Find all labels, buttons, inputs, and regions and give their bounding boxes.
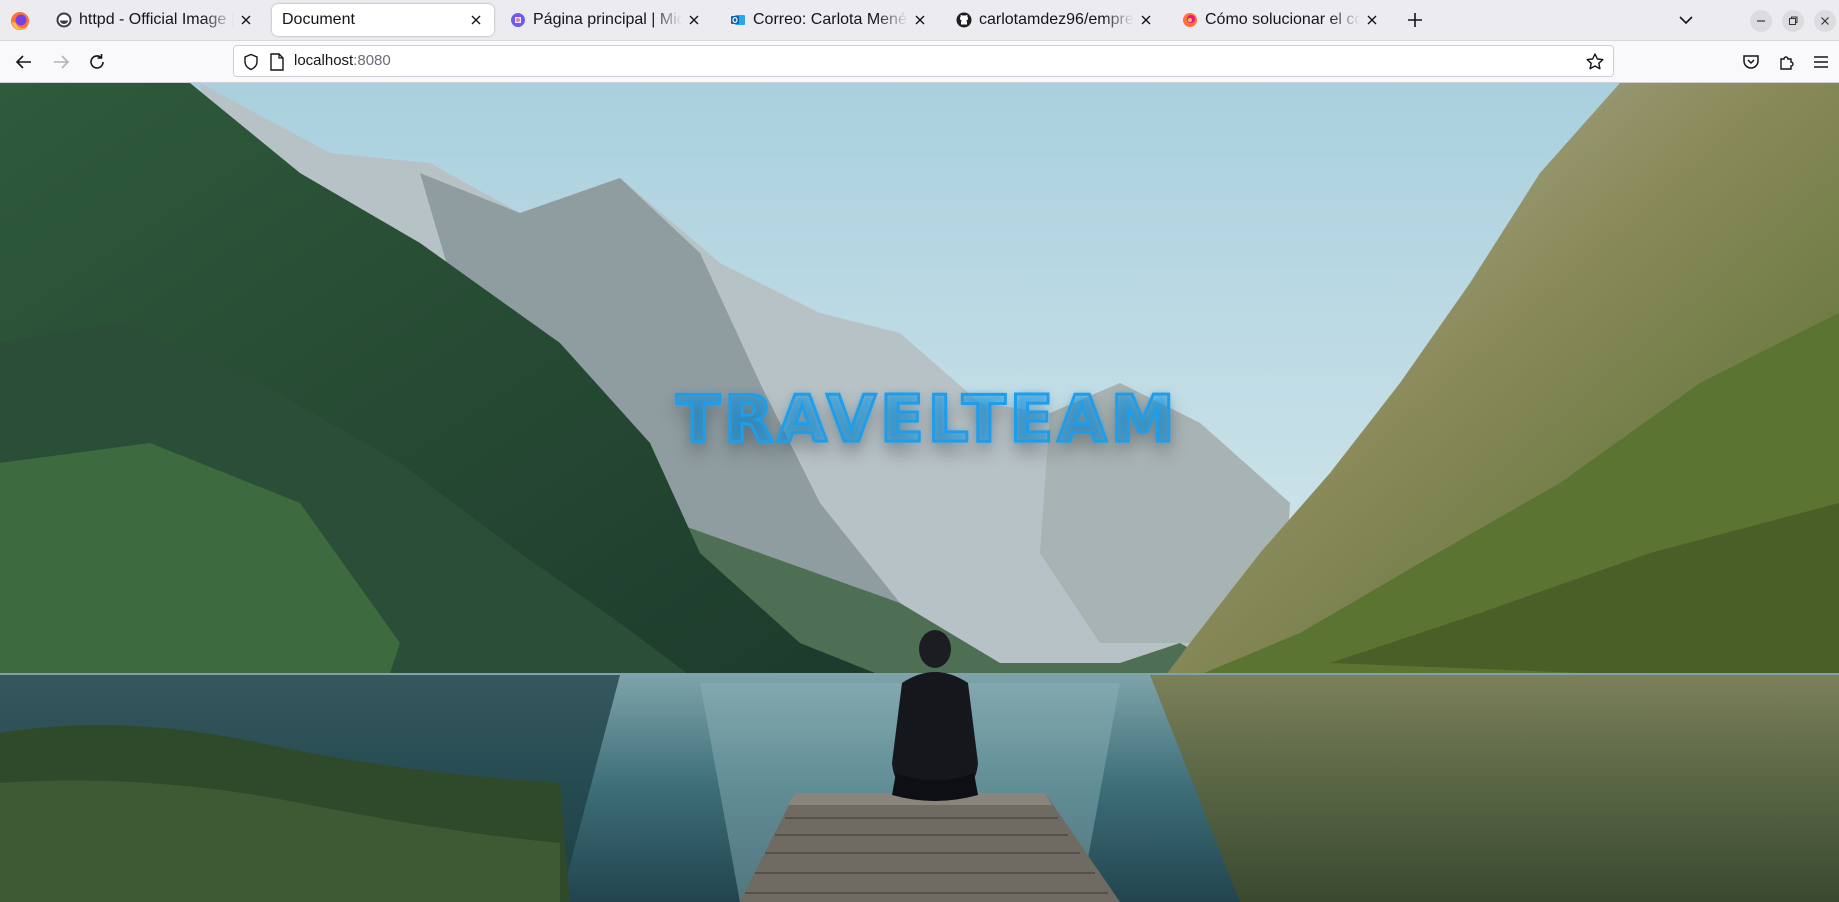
tab-title: carlotamdez96/empresa bbox=[979, 11, 1134, 28]
navigation-toolbar: localhost:8080 bbox=[0, 41, 1839, 83]
tab-title: httpd - Official Image | Do bbox=[79, 11, 234, 28]
tab-title: Document bbox=[282, 11, 355, 28]
close-tab-icon[interactable] bbox=[1364, 12, 1380, 28]
chevron-down-icon[interactable] bbox=[1676, 10, 1696, 30]
close-icon bbox=[1821, 17, 1829, 25]
pocket-icon[interactable] bbox=[1740, 51, 1762, 73]
url-text[interactable]: localhost:8080 bbox=[294, 52, 391, 70]
forward-icon[interactable] bbox=[50, 51, 72, 73]
close-tab-icon[interactable] bbox=[468, 12, 484, 28]
reload-icon[interactable] bbox=[86, 51, 108, 73]
github-icon bbox=[956, 12, 972, 28]
restore-icon bbox=[1789, 16, 1798, 25]
tab-github[interactable]: carlotamdez96/empresa bbox=[946, 4, 1164, 36]
tab-strip: httpd - Official Image | Do Document Pág… bbox=[0, 0, 1839, 41]
tab-firefox-support[interactable]: Cómo solucionar el códig bbox=[1172, 4, 1390, 36]
tab-httpd[interactable]: httpd - Official Image | Do bbox=[46, 4, 264, 36]
tab-microsoft[interactable]: Página principal | Microso bbox=[500, 4, 712, 36]
close-tab-icon[interactable] bbox=[686, 12, 702, 28]
minimize-window-button[interactable] bbox=[1750, 10, 1772, 32]
close-window-button[interactable] bbox=[1814, 10, 1836, 32]
url-host: localhost bbox=[294, 52, 354, 69]
page-viewport: TRAVELTEAM bbox=[0, 83, 1839, 902]
address-bar[interactable]: localhost:8080 bbox=[233, 45, 1614, 77]
tab-title: Correo: Carlota Menénde bbox=[753, 11, 908, 28]
site-title: TRAVELTEAM bbox=[675, 382, 1179, 459]
docker-icon bbox=[56, 12, 72, 28]
tab-title: Página principal | Microso bbox=[533, 11, 682, 28]
minimize-icon bbox=[1757, 20, 1765, 22]
outlook-icon bbox=[731, 15, 745, 25]
firefox-support-icon bbox=[1183, 13, 1197, 27]
tracking-protection-shield-icon[interactable] bbox=[242, 53, 260, 71]
firefox-menu-icon[interactable] bbox=[10, 11, 30, 31]
tab-document[interactable]: Document bbox=[272, 4, 494, 36]
close-tab-icon[interactable] bbox=[912, 12, 928, 28]
extensions-puzzle-icon[interactable] bbox=[1776, 51, 1798, 73]
tab-title: Cómo solucionar el códig bbox=[1205, 11, 1360, 28]
url-port: :8080 bbox=[353, 52, 391, 69]
microsoft-copilot-icon bbox=[511, 13, 526, 27]
restore-window-button[interactable] bbox=[1782, 10, 1804, 32]
tab-outlook[interactable]: Correo: Carlota Menénde bbox=[720, 4, 938, 36]
back-icon[interactable] bbox=[13, 51, 35, 73]
page-info-icon[interactable] bbox=[269, 53, 285, 71]
hero-background-image bbox=[0, 83, 1839, 902]
close-tab-icon[interactable] bbox=[1138, 12, 1154, 28]
close-tab-icon[interactable] bbox=[238, 12, 254, 28]
new-tab-icon[interactable] bbox=[1405, 10, 1425, 30]
hamburger-menu-icon[interactable] bbox=[1810, 51, 1832, 73]
bookmark-star-icon[interactable] bbox=[1585, 52, 1605, 72]
